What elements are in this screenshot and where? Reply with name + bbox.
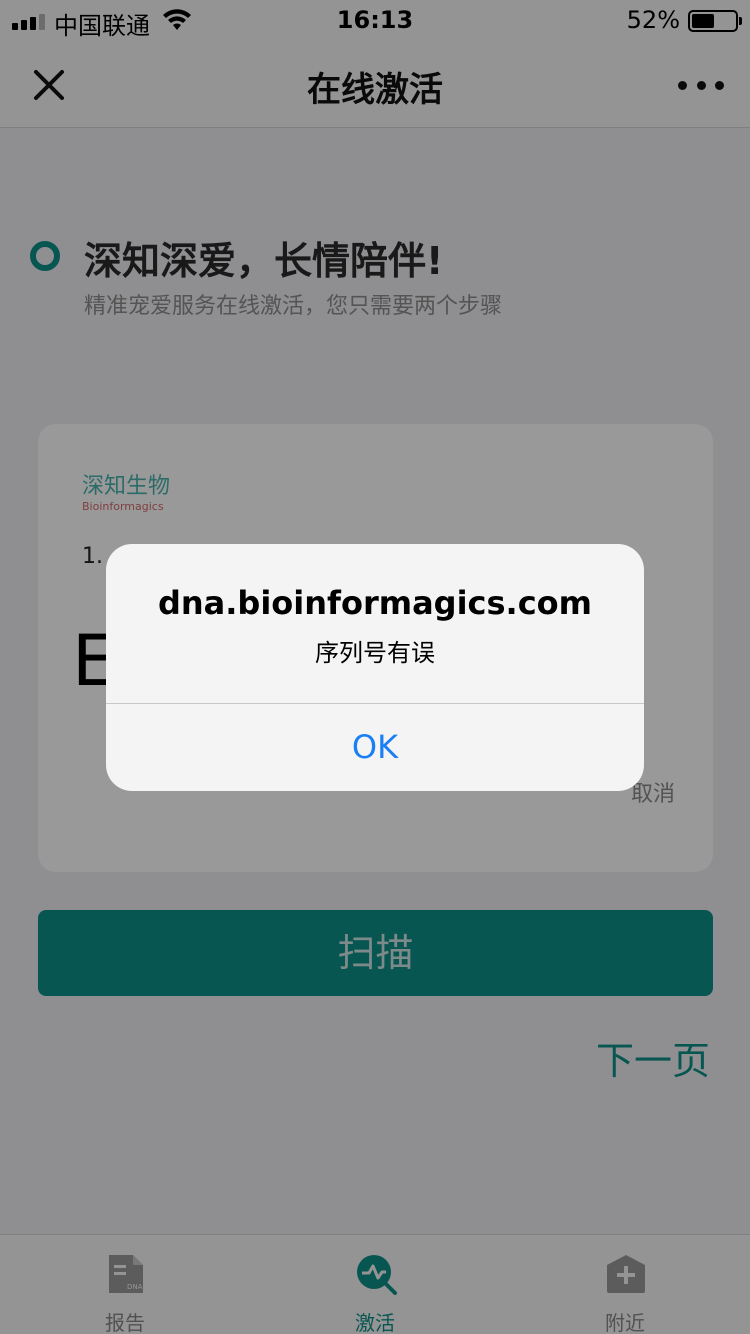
alert-message: 序列号有误 xyxy=(315,639,435,667)
alert-dialog: dna.bioinformagics.com 序列号有误 OK xyxy=(106,544,644,791)
alert-title: dna.bioinformagics.com xyxy=(157,584,592,622)
alert-ok-button[interactable]: OK xyxy=(106,704,644,791)
